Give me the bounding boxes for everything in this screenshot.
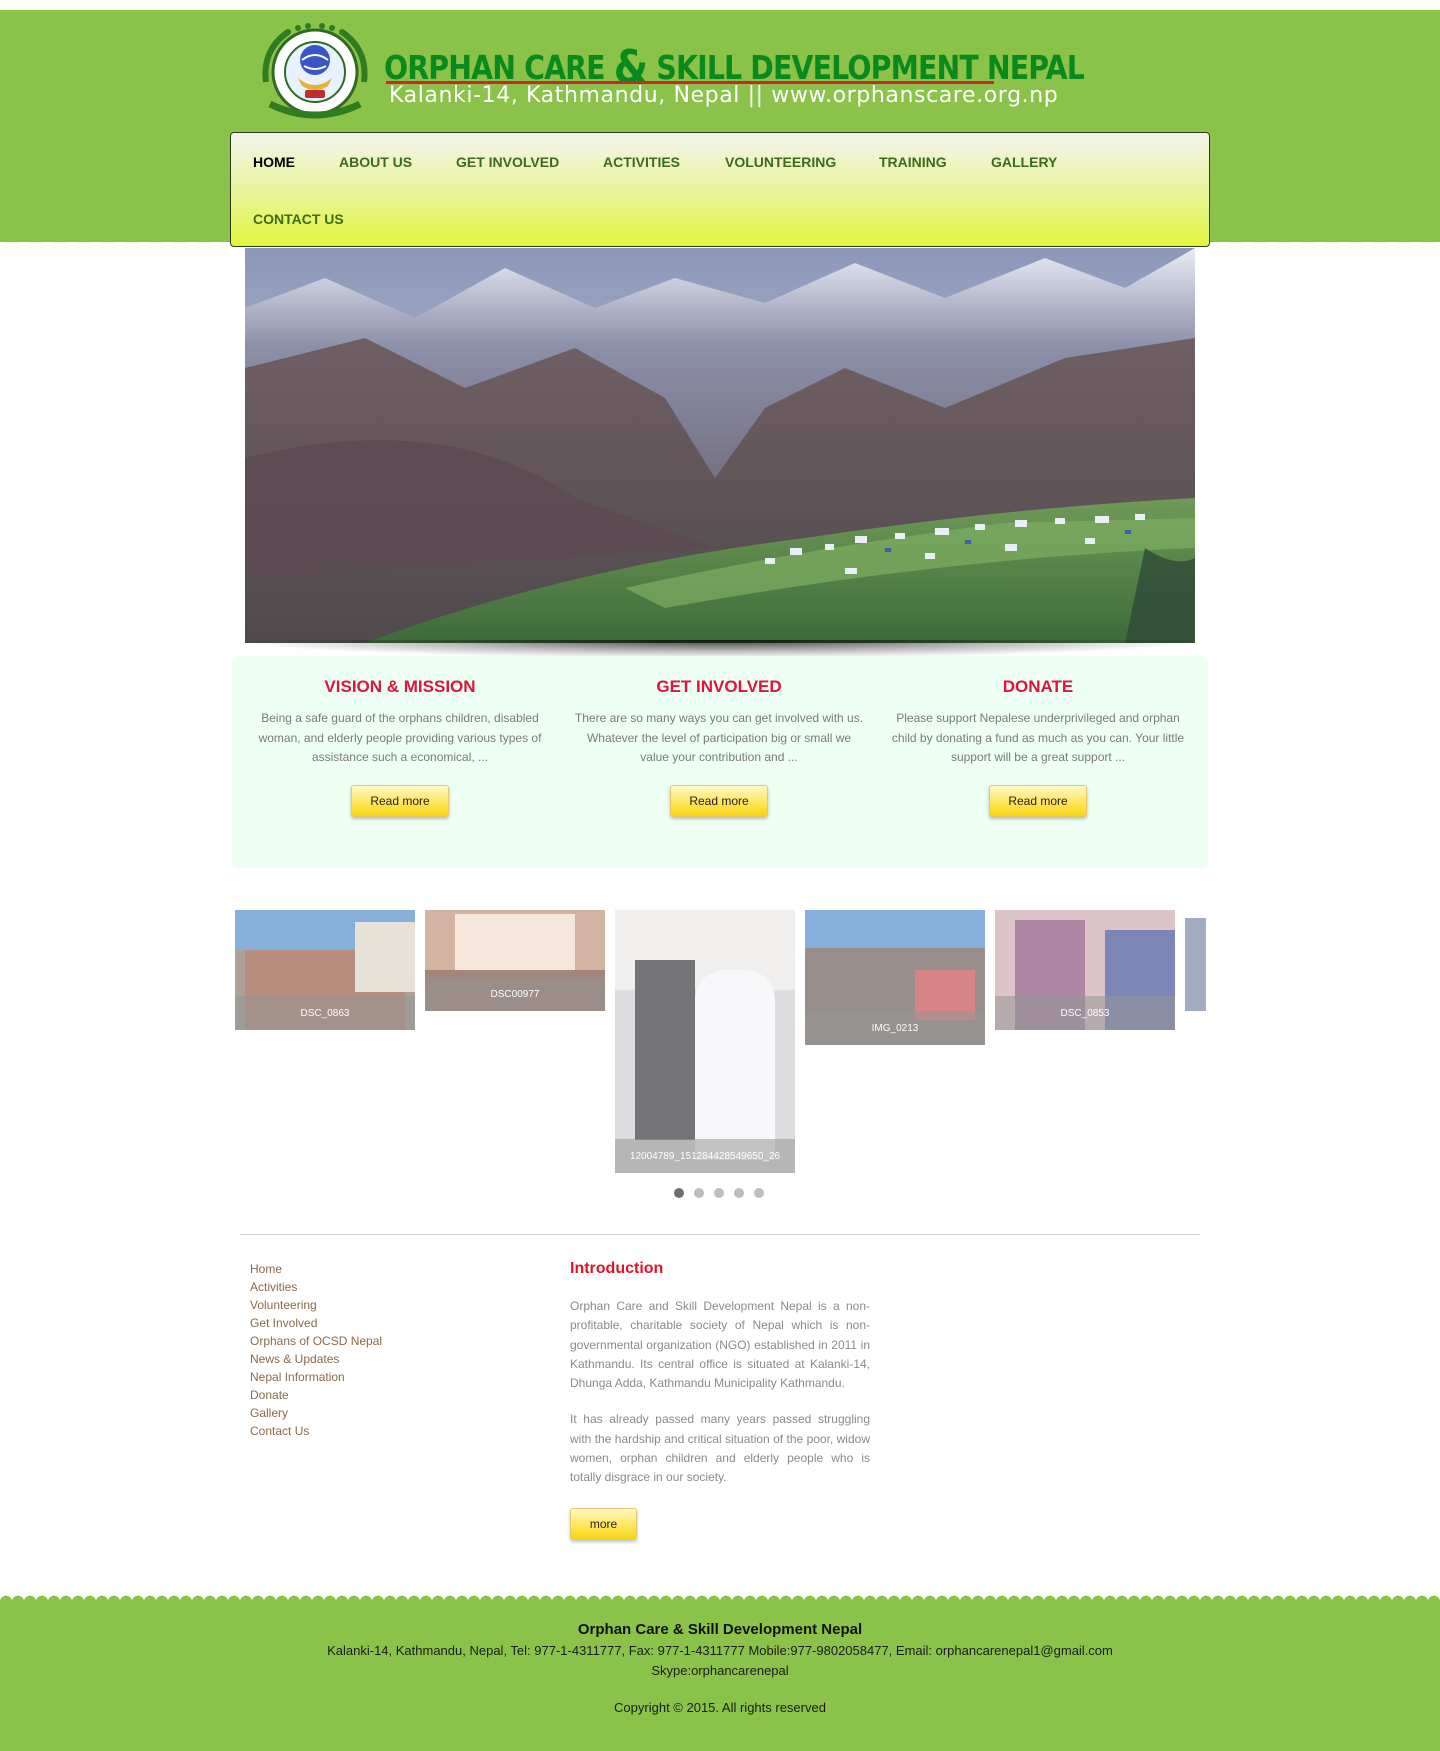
gallery-thumb[interactable]: DSC_0853: [995, 910, 1175, 1030]
brand-tagline: Kalanki-14, Kathmandu, Nepal || www.orph…: [389, 83, 1059, 108]
site-footer: Orphan Care & Skill Development Nepal Ka…: [0, 1602, 1440, 1751]
pagination-dot-active[interactable]: [674, 1188, 684, 1198]
nav-training[interactable]: TRAINING: [879, 154, 947, 170]
photo-veil: [1185, 918, 1206, 1011]
photo-veil: [615, 910, 795, 1173]
link-donate[interactable]: Donate: [250, 1386, 382, 1404]
mountain-landscape-image: [245, 248, 1195, 643]
nav-get-involved[interactable]: GET INVOLVED: [456, 154, 559, 170]
organization-seal-icon: [262, 23, 368, 119]
pagination-dot[interactable]: [734, 1188, 744, 1198]
promo-text: Please support Nepalese underprivileged …: [891, 711, 1185, 764]
nav-activities[interactable]: ACTIVITIES: [603, 154, 680, 170]
gallery-thumb[interactable]: DSC_0863: [235, 910, 415, 1030]
nav-home[interactable]: HOME: [253, 154, 295, 170]
gallery-thumb[interactable]: DSC00977: [425, 910, 605, 1011]
promo-donate: DONATE Please support Nepalese underpriv…: [888, 656, 1188, 817]
section-divider: [240, 1234, 1200, 1235]
nav-about-us[interactable]: ABOUT US: [339, 154, 412, 170]
gallery-thumb[interactable]: 12004789_151284428549650_26: [615, 910, 795, 1173]
introduction-paragraph: It has already passed many years passed …: [570, 1412, 870, 1485]
nav-contact-us[interactable]: CONTACT US: [253, 211, 344, 227]
promo-get-involved: GET INVOLVED There are so many ways you …: [569, 656, 869, 817]
gallery-thumb-partial[interactable]: [1185, 918, 1206, 1011]
pagination-dot[interactable]: [694, 1188, 704, 1198]
promo-title: GET INVOLVED: [656, 677, 782, 696]
gallery-caption: DSC00977: [425, 977, 605, 1011]
nav-gallery[interactable]: GALLERY: [991, 154, 1057, 170]
top-strip: [0, 0, 1440, 10]
promo-vision-mission: VISION & MISSION Being a safe guard of t…: [250, 656, 550, 817]
promo-text: There are so many ways you can get invol…: [574, 711, 864, 764]
link-volunteering[interactable]: Volunteering: [250, 1296, 382, 1314]
gallery-caption: DSC_0863: [235, 996, 415, 1030]
pagination-dot[interactable]: [714, 1188, 724, 1198]
link-gallery[interactable]: Gallery: [250, 1404, 382, 1422]
link-orphans[interactable]: Orphans of OCSD Nepal: [250, 1332, 382, 1350]
promo-section: VISION & MISSION Being a safe guard of t…: [232, 656, 1208, 868]
photo-gallery-carousel: DSC_0863 DSC00977 12004789_1512844285496…: [235, 910, 1206, 1180]
promo-title: DONATE: [1002, 677, 1074, 696]
footer-contact-line: Kalanki-14, Kathmandu, Nepal, Tel: 977-1…: [327, 1643, 1113, 1658]
nav-volunteering[interactable]: VOLUNTEERING: [725, 154, 836, 170]
read-more-button[interactable]: Read more: [351, 784, 449, 817]
promo-title: VISION & MISSION: [324, 677, 476, 696]
read-more-button[interactable]: Read more: [989, 784, 1087, 817]
hero-slideshow-image[interactable]: [245, 248, 1195, 643]
link-contact-us[interactable]: Contact Us: [250, 1422, 382, 1440]
main-navigation: HOME ABOUT US GET INVOLVED ACTIVITIES VO…: [230, 132, 1210, 247]
quick-links: Home Activities Volunteering Get Involve…: [250, 1260, 382, 1440]
introduction-section: Introduction Orphan Care and Skill Devel…: [570, 1260, 870, 1540]
footer-scallop-edge: [0, 1590, 1440, 1602]
link-nepal-information[interactable]: Nepal Information: [250, 1368, 382, 1386]
more-button[interactable]: more: [570, 1507, 637, 1540]
gallery-thumb[interactable]: IMG_0213: [805, 910, 985, 1045]
read-more-button[interactable]: Read more: [670, 784, 768, 817]
footer-org-name: Orphan Care & Skill Development Nepal: [577, 1621, 863, 1638]
link-home[interactable]: Home: [250, 1260, 382, 1278]
footer-skype: Skype:orphancarenepal: [651, 1663, 789, 1678]
link-activities[interactable]: Activities: [250, 1278, 382, 1296]
link-get-involved[interactable]: Get Involved: [250, 1314, 382, 1332]
introduction-title: Introduction: [570, 1260, 664, 1277]
gallery-caption: DSC_0853: [995, 996, 1175, 1030]
promo-text: Being a safe guard of the orphans childr…: [258, 711, 542, 764]
introduction-paragraph: Orphan Care and Skill Development Nepal …: [570, 1299, 870, 1391]
pagination-dot[interactable]: [754, 1188, 764, 1198]
gallery-caption: IMG_0213: [805, 1011, 985, 1045]
gallery-caption: 12004789_151284428549650_26: [615, 1139, 795, 1173]
site-logo[interactable]: ORPHAN CARE & SKILL DEVELOPMENT NEPAL Ka…: [258, 20, 1085, 120]
footer-copyright: Copyright © 2015. All rights reserved: [614, 1700, 826, 1715]
link-news-updates[interactable]: News & Updates: [250, 1350, 382, 1368]
